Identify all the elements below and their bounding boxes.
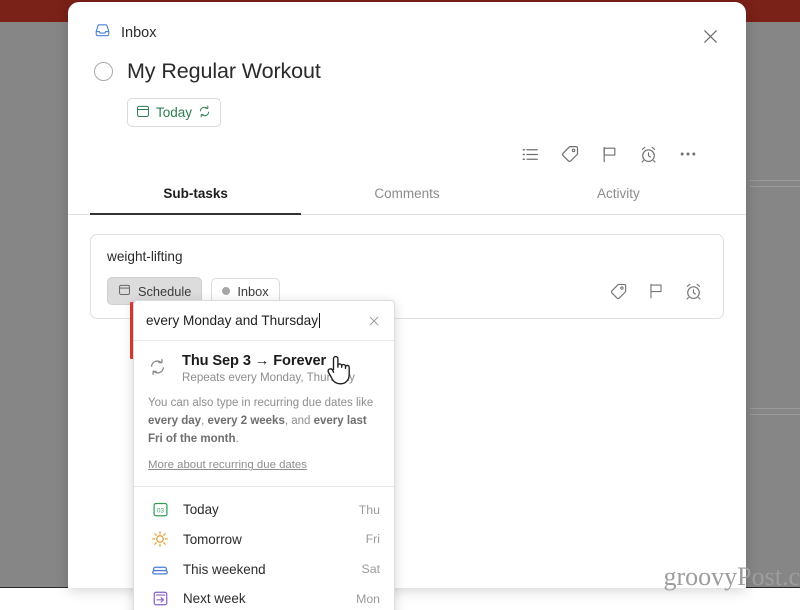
close-icon[interactable]	[364, 312, 384, 330]
background-left-overlay	[0, 22, 68, 588]
tab-label: Activity	[596, 186, 640, 201]
subtask-name-input[interactable]: weight-lifting	[107, 249, 707, 264]
arrow-right-box-icon	[150, 590, 170, 607]
tab-activity[interactable]: Activity	[513, 176, 724, 214]
quick-option-label: Today	[183, 502, 219, 518]
recurring-arrows-icon	[148, 353, 168, 384]
tab-comments[interactable]: Comments	[301, 176, 512, 214]
quick-option-label: This weekend	[183, 561, 266, 577]
tab-sub-tasks[interactable]: Sub-tasks	[90, 176, 302, 215]
calendar-icon	[136, 104, 150, 121]
sofa-icon	[150, 560, 170, 578]
inbox-tray-icon	[94, 22, 111, 44]
recurring-help-text: You can also type in recurring due dates…	[134, 394, 394, 486]
quick-option-day: Sat	[361, 562, 380, 577]
subtask-icon-group	[609, 282, 707, 301]
help-example-2: every 2 weeks	[207, 414, 285, 427]
quick-option-tomorrow[interactable]: Tomorrow Fri	[134, 524, 394, 554]
recurring-suggestion-item[interactable]: Thu Sep 3 → Forever Repeats every Monday…	[134, 341, 394, 394]
detail-tabs: Sub-tasks Comments Activity	[68, 176, 746, 215]
project-button-label: Inbox	[237, 283, 269, 299]
breadcrumb-label: Inbox	[121, 25, 157, 41]
page-title: My Regular Workout	[127, 59, 321, 83]
more-options-icon[interactable]	[678, 144, 698, 164]
background-rule	[750, 414, 800, 415]
quick-option-day: Mon	[356, 591, 380, 606]
text-caret	[319, 313, 321, 328]
date-picker-dropdown: every Monday and Thursday Thu Sep 3 → Fo…	[133, 300, 395, 610]
flag-icon[interactable]	[647, 282, 665, 300]
suggestion-primary-text: Thu Sep 3 → Forever	[182, 353, 327, 369]
due-date-chip[interactable]: Today	[127, 98, 222, 127]
svg-text:03: 03	[157, 508, 164, 515]
task-complete-checkbox[interactable]	[94, 62, 113, 81]
reminder-alarm-icon[interactable]	[684, 282, 703, 301]
due-chip-row: Today	[94, 98, 720, 127]
reminder-alarm-icon[interactable]	[639, 145, 658, 164]
sun-icon	[150, 530, 170, 548]
suggestion-secondary-text: Repeats every Monday, Thursday	[182, 371, 355, 384]
quick-option-next-week[interactable]: Next week Mon	[134, 584, 394, 610]
calendar-day-icon: 03	[150, 501, 170, 518]
date-input[interactable]: every Monday and Thursday	[146, 313, 364, 328]
background-right-overlay	[745, 22, 800, 588]
help-prefix: You can also type in recurring due dates…	[148, 397, 374, 409]
close-icon[interactable]	[696, 22, 724, 50]
task-title-row: My Regular Workout	[94, 59, 720, 84]
tab-label: Sub-tasks	[163, 186, 228, 201]
quick-option-today[interactable]: 03 Today Thu	[134, 495, 394, 524]
quick-option-label: Next week	[183, 591, 246, 607]
watermark: groovyPost.c	[663, 562, 800, 591]
tag-icon[interactable]	[609, 282, 628, 301]
flag-icon[interactable]	[600, 145, 619, 164]
quick-option-day: Fri	[365, 532, 380, 547]
recurring-arrows-icon	[198, 105, 211, 121]
grey-dot-icon	[222, 287, 231, 295]
help-example-1: every day	[148, 414, 202, 427]
quick-option-label: Tomorrow	[183, 531, 242, 547]
date-input-value: every Monday and Thursday	[146, 313, 319, 328]
schedule-button-label: Schedule	[138, 283, 192, 299]
more-about-recurring-link[interactable]: More about recurring due dates	[148, 457, 307, 475]
background-rule	[750, 408, 800, 409]
background-rule	[750, 180, 800, 181]
date-input-row: every Monday and Thursday	[134, 301, 394, 341]
quick-date-list: 03 Today Thu Tomorrow Fri This weekend S…	[134, 487, 394, 610]
quick-option-day: Thu	[358, 502, 380, 517]
breadcrumb[interactable]: Inbox	[94, 22, 720, 44]
calendar-icon	[118, 283, 131, 299]
quick-option-this-weekend[interactable]: This weekend Sat	[134, 554, 394, 584]
screen: Inbox My Regular Workout Today Sub-tasks…	[0, 0, 800, 610]
background-rule	[750, 186, 800, 187]
help-sep-2: , and	[284, 414, 314, 427]
tag-icon[interactable]	[560, 144, 580, 164]
task-toolbar	[94, 144, 720, 164]
due-chip-label: Today	[156, 105, 193, 120]
help-suffix: .	[235, 432, 239, 445]
modal-header: Inbox My Regular Workout Today	[68, 2, 746, 164]
subtasks-icon[interactable]	[521, 145, 540, 164]
tab-label: Comments	[374, 186, 440, 201]
